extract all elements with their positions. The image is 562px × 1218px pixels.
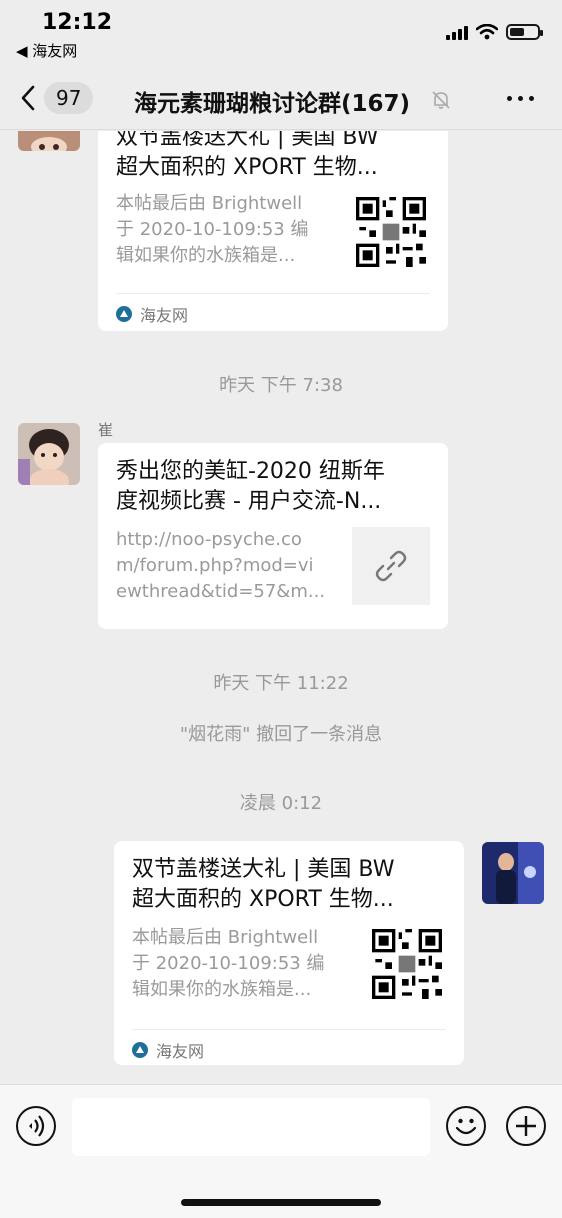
smiley-icon [455, 1118, 477, 1135]
timestamp-divider: 昨天 下午 11:22 [213, 673, 349, 694]
card-desc: 于 2020-10-109:53 编 [116, 219, 309, 240]
link-card[interactable]: 秀出您的美缸-2020 纽斯年 度视频比赛 - 用户交流-N... http:/… [98, 443, 448, 629]
emoji-button[interactable] [446, 1106, 486, 1146]
bell-slash-icon [432, 91, 450, 109]
card-source-label: 海友网 [156, 1042, 205, 1061]
back-to-app-link[interactable]: ◀ 海友网 [16, 40, 77, 61]
status-bar: 12:12 ◀ 海友网 [0, 0, 562, 70]
sender-avatar[interactable] [18, 131, 80, 151]
my-avatar[interactable] [482, 842, 544, 904]
link-thumbnail [352, 527, 430, 605]
more-options-button[interactable] [507, 96, 534, 101]
status-icons [446, 24, 543, 40]
card-title: 双节盖楼送大礼 | 美国 BW [132, 857, 395, 882]
plus-icon [516, 1116, 536, 1136]
timestamp-divider: 昨天 下午 7:38 [219, 375, 343, 396]
chevron-left-icon [21, 85, 35, 111]
card-source-label: 海友网 [140, 306, 189, 325]
link-card[interactable]: 双节盖楼送大礼 | 美国 BW 超大面积的 XPORT 生物... 本帖最后由 … [98, 131, 448, 331]
add-button[interactable] [506, 1106, 546, 1146]
system-message: "烟花雨" 撤回了一条消息 [179, 724, 383, 745]
card-title: 超大面积的 XPORT 生物... [116, 155, 378, 180]
sender-name: 崔 [98, 421, 114, 439]
card-desc: 于 2020-10-109:53 编 [132, 953, 325, 974]
chat-header: 97 海元素珊瑚粮讨论群(167) [0, 70, 562, 130]
voice-button[interactable] [16, 1106, 56, 1146]
card-desc: 本帖最后由 Brightwell [116, 193, 303, 214]
card-title: 度视频比赛 - 用户交流-N... [116, 489, 382, 514]
link-card[interactable]: 双节盖楼送大礼 | 美国 BW 超大面积的 XPORT 生物... 本帖最后由 … [114, 841, 464, 1065]
battery-icon [506, 24, 543, 40]
card-title: 超大面积的 XPORT 生物... [132, 887, 394, 912]
card-title: 双节盖楼送大礼 | 美国 BW [116, 131, 379, 150]
card-title: 秀出您的美缸-2020 纽斯年 [116, 459, 385, 484]
sender-avatar[interactable] [18, 423, 80, 485]
card-desc: 辑如果你的水族箱是... [116, 245, 296, 266]
qr-code-image [372, 929, 442, 999]
battery-fill [510, 28, 525, 36]
input-bar [0, 1084, 562, 1218]
card-desc: m/forum.php?mod=vi [116, 555, 314, 576]
back-button[interactable]: 97 [20, 82, 94, 114]
chat-messages[interactable]: 双节盖楼送大礼 | 美国 BW 超大面积的 XPORT 生物... 本帖最后由 … [0, 131, 562, 1084]
card-desc: 本帖最后由 Brightwell [132, 927, 319, 948]
page-title: 海元素珊瑚粮讨论群(167) [134, 91, 411, 117]
message-input[interactable] [72, 1098, 430, 1156]
site-logo-icon [116, 306, 132, 322]
card-source: 海友网 [132, 1029, 446, 1062]
timestamp-divider: 凌晨 0:12 [239, 793, 323, 814]
status-time: 12:12 [42, 10, 113, 35]
card-source: 海友网 [116, 293, 430, 326]
signal-icon [446, 24, 468, 40]
home-indicator[interactable] [181, 1199, 381, 1206]
card-desc: 辑如果你的水族箱是... [132, 979, 312, 1000]
unread-count-badge: 97 [44, 82, 94, 114]
site-logo-icon [132, 1042, 148, 1058]
card-desc: http://noo-psyche.co [116, 529, 302, 550]
link-icon [375, 550, 407, 582]
wifi-icon [476, 24, 498, 40]
card-desc: ewthread&tid=57&m... [116, 581, 326, 602]
voice-icon [29, 1115, 45, 1137]
qr-code-image [356, 197, 426, 267]
